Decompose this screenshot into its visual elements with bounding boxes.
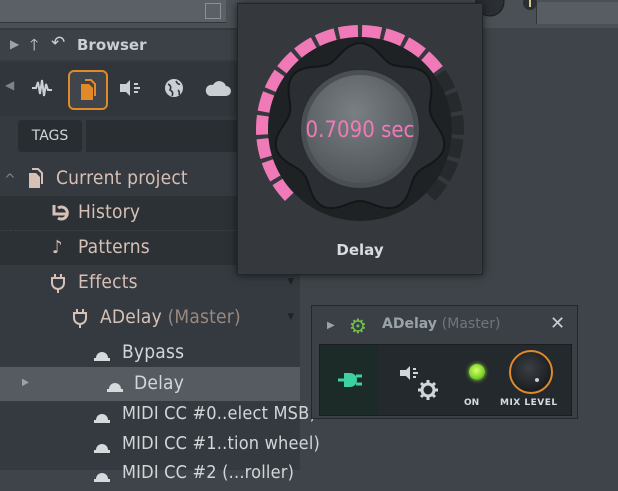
top-small-knob-icon[interactable] [522, 0, 538, 14]
knob-icon [93, 407, 111, 427]
plug-icon [72, 307, 88, 334]
tree-item-label: Bypass [122, 341, 185, 363]
knob-icon [93, 437, 111, 457]
tree-item-label: Patterns [78, 236, 150, 258]
close-icon[interactable]: ✕ [550, 313, 565, 334]
tree-item-label: ADelay (Master) [100, 306, 241, 328]
tree-item-label: Current project [56, 167, 188, 189]
all-icon[interactable] [24, 70, 60, 106]
cloud-icon[interactable] [200, 70, 236, 106]
browser-title: Browser [77, 36, 147, 54]
plugin-enable-button[interactable] [320, 345, 378, 415]
chevron-left-icon[interactable]: ◀ [5, 78, 14, 92]
note-icon: ♪ [52, 237, 63, 258]
knob-value-text: 0.7090 sec [306, 118, 415, 143]
tree-item-label: Effects [78, 271, 138, 293]
tree-item-label: MIDI CC #2 (...roller) [122, 462, 295, 483]
chevron-right-icon[interactable]: ▶ [327, 320, 335, 331]
knob-icon [106, 376, 124, 396]
plugin-title: ADelay (Master) [382, 316, 501, 332]
plugin-database-icon[interactable] [112, 70, 148, 106]
plug-icon [338, 373, 362, 387]
tree-item-label: Delay [134, 372, 185, 394]
undo-icon[interactable]: ↶ [51, 33, 65, 53]
ring-segment [337, 25, 359, 40]
current-project-icon[interactable] [68, 70, 108, 110]
dropdown-arrow-icon[interactable]: ▼ [288, 277, 294, 287]
mix-level-label: MIX LEVEL [500, 398, 558, 408]
chevron-right-icon[interactable]: ▶ [22, 377, 29, 388]
dropdown-arrow-icon[interactable]: ▼ [288, 312, 294, 322]
tree-item-label: MIDI CC #0..elect MSB) [122, 403, 316, 424]
mix-level-knob[interactable] [509, 350, 553, 394]
gear-icon[interactable]: ⚙ [349, 314, 367, 338]
ring-segment [361, 25, 383, 40]
plugin-settings-icon[interactable] [398, 360, 440, 408]
on-label: ON [464, 398, 480, 408]
tree-item-label: MIDI CC #1..tion wheel) [122, 433, 321, 454]
knob-icon [93, 345, 111, 365]
tree-item-bypass[interactable]: Bypass [0, 336, 300, 370]
knob-icon [93, 466, 111, 486]
chevron-right-icon[interactable]: ▶ [10, 37, 19, 51]
tags-button[interactable]: TAGS [18, 120, 82, 152]
tree-item-midi-cc-2[interactable]: MIDI CC #2 (...roller) [0, 457, 300, 491]
history-icon [50, 202, 72, 229]
top-right-button[interactable] [536, 2, 618, 24]
delay-knob[interactable]: 0.7090 sec [238, 4, 482, 234]
tree-item-label: History [78, 201, 141, 223]
ring-segment [451, 114, 464, 135]
on-led[interactable] [469, 364, 485, 380]
checkbox-icon[interactable] [205, 3, 221, 19]
plugin-body: ON MIX LEVEL [319, 344, 572, 416]
top-tab[interactable] [0, 0, 226, 23]
knob-value-popup: 0.7090 sec Delay [237, 3, 483, 275]
adelay-plugin-window: ▶ ⚙ ADelay (Master) ✕ ON MIX LEVEL [311, 305, 578, 419]
ring-segment [256, 114, 269, 135]
tree-item-midi-cc-0[interactable]: MIDI CC #0..elect MSB) [0, 398, 316, 432]
tree-item-adelay[interactable]: ADelay (Master) ▼ [0, 301, 300, 335]
up-arrow-icon[interactable]: 🡑 [30, 34, 38, 61]
document-icon [26, 168, 44, 195]
plug-icon [50, 272, 66, 299]
tree-item-delay[interactable]: ▶ Delay [0, 367, 300, 401]
world-icon[interactable] [156, 70, 192, 106]
knob-name: Delay [336, 241, 384, 259]
